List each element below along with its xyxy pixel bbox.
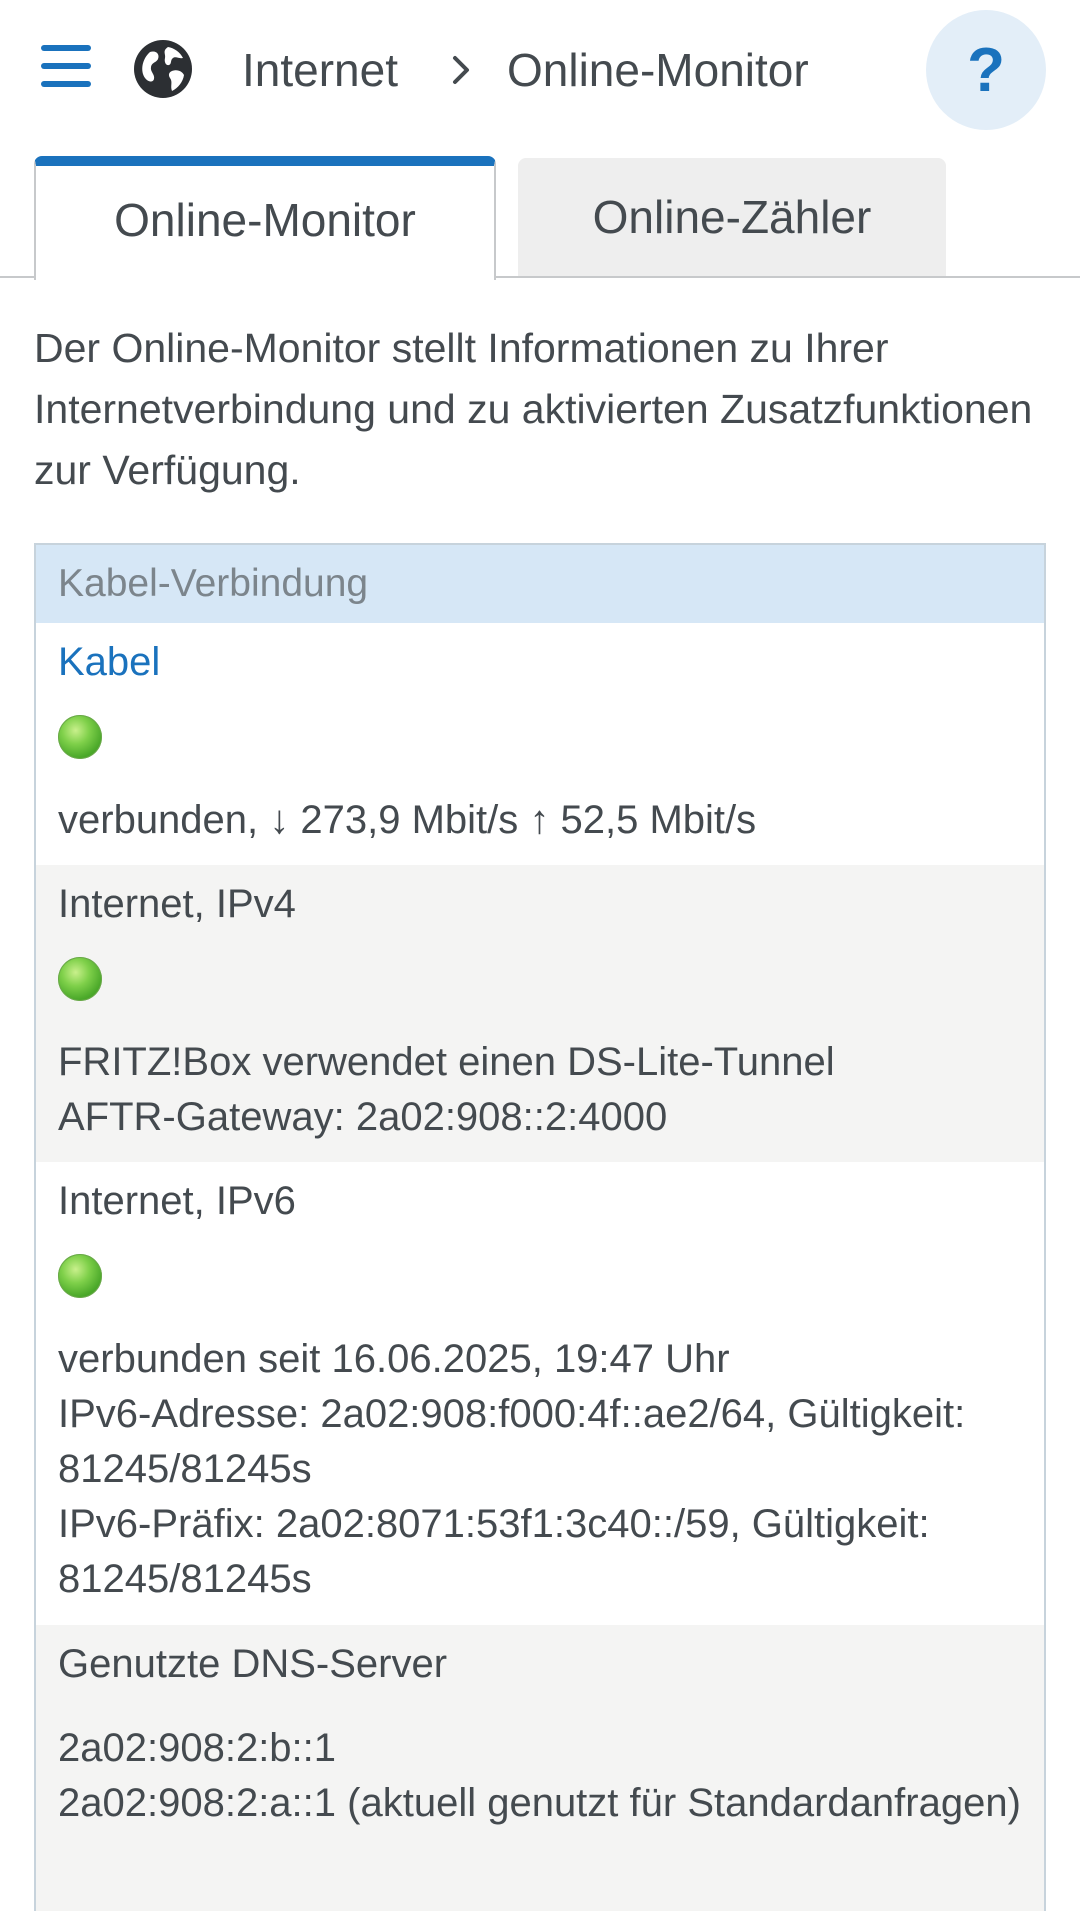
ipv6-title: Internet, IPv6: [58, 1179, 296, 1223]
globe-icon: [134, 40, 192, 98]
connection-panel: Kabel-Verbindung Kabel verbunden, ↓ 273,…: [34, 543, 1046, 1911]
dns-server-item: 2a02:908:2:a::1 (aktuell genutzt für Sta…: [58, 1781, 1021, 1825]
status-led-green-icon: [58, 1254, 102, 1298]
breadcrumb-internet[interactable]: Internet: [242, 40, 398, 100]
section-kabel: Kabel verbunden, ↓ 273,9 Mbit/s ↑ 52,5 M…: [36, 623, 1044, 865]
tab-online-zaehler[interactable]: Online-Zähler: [518, 158, 946, 276]
ipv6-line: IPv6-Präfix: 2a02:8071:53f1:3c40::/59, G…: [58, 1502, 930, 1601]
dns-server-item: 2a02:908:2:b::1: [58, 1726, 337, 1770]
tab-online-monitor[interactable]: Online-Monitor: [34, 156, 496, 280]
status-led-green-icon: [58, 715, 102, 759]
section-internet-ipv4: Internet, IPv4 FRITZ!Box verwendet einen…: [36, 865, 1044, 1162]
dns-title: Genutzte DNS-Server: [58, 1642, 448, 1686]
hamburger-menu-icon[interactable]: [36, 40, 96, 92]
panel-title: Kabel-Verbindung: [36, 545, 1044, 623]
ipv6-line: IPv6-Adresse: 2a02:908:f000:4f::ae2/64, …: [58, 1392, 966, 1491]
breadcrumb-current-page: Online-Monitor: [507, 44, 809, 96]
section-internet-ipv6: Internet, IPv6 verbunden seit 16.06.2025…: [36, 1162, 1044, 1625]
dns-list: 2a02:908:2:b::1 2a02:908:2:a::1 (aktuell…: [58, 1721, 1034, 1831]
app-header: Internet Online-Monitor ?: [0, 0, 1080, 140]
intro-text: Der Online-Monitor stellt Informationen …: [34, 325, 1033, 493]
ipv4-title: Internet, IPv4: [58, 882, 296, 926]
ipv4-line: AFTR-Gateway: 2a02:908::2:4000: [58, 1095, 668, 1139]
ipv4-line: FRITZ!Box verwendet einen DS-Lite-Tunnel: [58, 1040, 835, 1084]
status-led-green-icon: [58, 957, 102, 1001]
help-button[interactable]: ?: [926, 10, 1046, 130]
tab-bar: Online-Monitor Online-Zähler: [0, 156, 1080, 280]
chevron-right-icon: [453, 56, 469, 84]
ipv6-line: verbunden seit 16.06.2025, 19:47 Uhr: [58, 1337, 730, 1381]
kabel-link[interactable]: Kabel: [58, 623, 1034, 685]
kabel-status-text: verbunden, ↓ 273,9 Mbit/s ↑ 52,5 Mbit/s: [58, 798, 757, 842]
section-dns-servers: Genutzte DNS-Server 2a02:908:2:b::1 2a02…: [36, 1625, 1044, 1911]
